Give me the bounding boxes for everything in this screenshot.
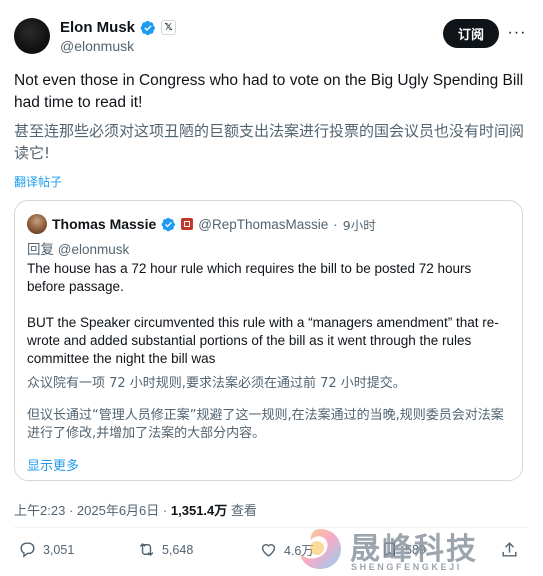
name-row: Elon Musk 𝕏 (60, 19, 177, 36)
verified-badge-icon (140, 20, 155, 35)
repost-count: 5,648 (162, 542, 194, 557)
heart-icon (261, 544, 276, 557)
affiliate-x-badge-icon[interactable]: 𝕏 (161, 20, 177, 35)
watermark: 晟峰科技 SHENGFENGKEJI (296, 522, 506, 576)
translate-post-link[interactable]: 翻译帖子 (14, 173, 62, 190)
quoted-avatar[interactable] (27, 214, 47, 234)
views-label: 查看 (230, 503, 257, 518)
tweet-translation: 甚至连那些必须对这项丑陋的巨额支出法案进行投票的国会议员也没有时间阅读它! (14, 122, 525, 162)
subscribe-button[interactable]: 订阅 (443, 19, 499, 48)
quoted-paragraph: BUT the Speaker circumvented this rule w… (27, 315, 499, 366)
show-more-link[interactable]: 显示更多 (27, 455, 79, 474)
repost-icon (139, 542, 154, 557)
quoted-translation-paragraph: 但议长通过“管理人员修正案”规避了这一规则,在法案通过的当晚,规则委员会对法案进… (27, 408, 504, 441)
quoted-tweet-header: Thomas Massie @RepThomasMassie · 9小时 (27, 214, 376, 234)
reply-button[interactable]: 3,051 (18, 540, 74, 559)
quoted-body: The house has a 72 hour rule which requi… (27, 260, 512, 386)
author-display-name[interactable]: Elon Musk (60, 19, 135, 36)
government-affiliation-icon (181, 218, 194, 230)
meta-dot: · (162, 503, 168, 518)
quoted-time[interactable]: 9小时 (343, 215, 376, 234)
quoted-translation-paragraph: 众议院有一项 72 小时规则,要求法案必须在通过前 72 小时提交。 (27, 376, 406, 391)
verified-badge-icon (161, 217, 176, 231)
watermark-logo-icon (300, 529, 341, 569)
quoted-reply-line: 回复 @elonmusk (27, 238, 129, 258)
watermark-text-en: SHENGFENGKEJI (351, 562, 462, 572)
reply-prefix: 回复 (27, 242, 54, 258)
quoted-tweet[interactable]: Thomas Massie @RepThomasMassie · 9小时 回复 … (14, 200, 523, 481)
quoted-display-name[interactable]: Thomas Massie (52, 216, 156, 232)
quoted-translation: 众议院有一项 72 小时规则,要求法案必须在通过前 72 小时提交。 但议长通过… (27, 375, 512, 457)
tweet-text: Not even those in Congress who had to vo… (14, 72, 524, 111)
author-handle[interactable]: @elonmusk (60, 38, 134, 54)
repost-button[interactable]: 5,648 (137, 540, 193, 559)
quoted-paragraph: The house has a 72 hour rule which requi… (27, 261, 472, 294)
quoted-handle[interactable]: @RepThomasMassie (198, 217, 328, 232)
reply-handle[interactable]: @elonmusk (58, 242, 129, 257)
tweet-header: Elon Musk 𝕏 @elonmusk 订阅 ··· (14, 16, 529, 58)
more-options-icon[interactable]: ··· (506, 22, 528, 44)
post-time[interactable]: 上午2:23 (14, 503, 65, 518)
avatar[interactable] (14, 18, 50, 54)
reply-count: 3,051 (43, 542, 75, 557)
views-count: 1,351.4万 (170, 503, 228, 518)
meta-dot: · (68, 503, 74, 518)
post-date[interactable]: 2025年6月6日 (77, 503, 159, 518)
tweet-meta: 上午2:23 · 2025年6月6日 · 1,351.4万 查看 (14, 500, 257, 519)
quoted-separator: · (333, 216, 338, 232)
reply-icon (20, 542, 35, 558)
